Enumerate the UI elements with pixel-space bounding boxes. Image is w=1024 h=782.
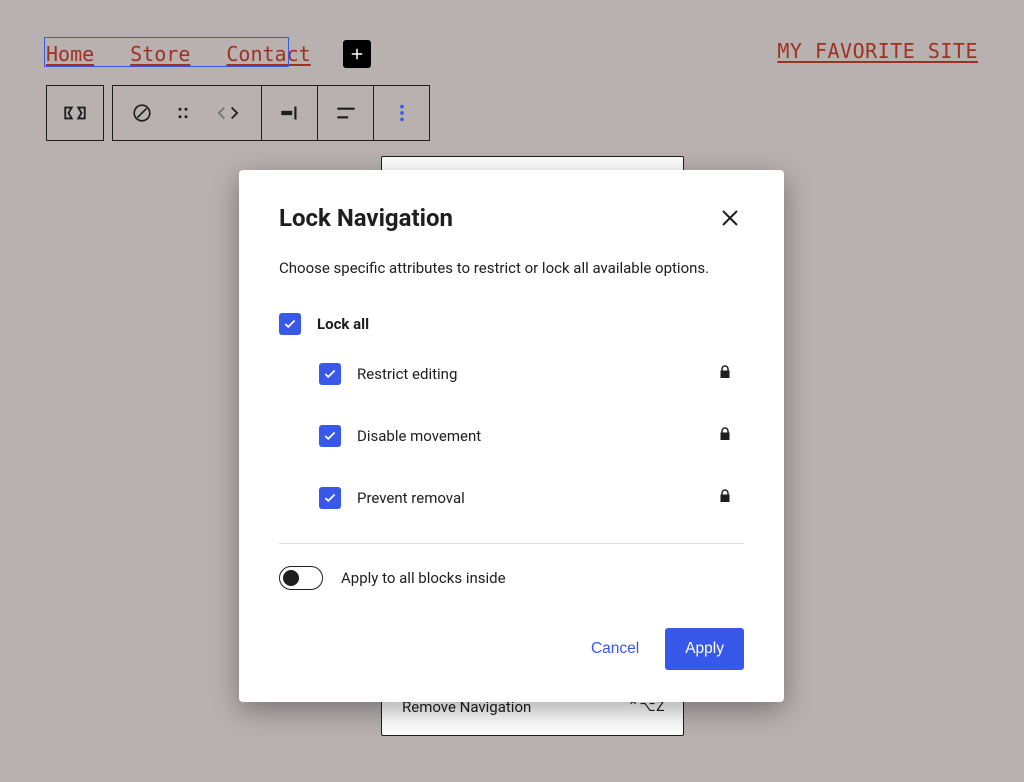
restrict-editing-checkbox[interactable] [319, 363, 341, 385]
check-icon [323, 491, 337, 505]
apply-button[interactable]: Apply [665, 628, 744, 670]
lock-modal: Lock Navigation Choose specific attribut… [239, 170, 784, 702]
apply-all-label: Apply to all blocks inside [341, 569, 506, 587]
lock-all-label: Lock all [317, 315, 369, 333]
modal-overlay: Lock Navigation Choose specific attribut… [0, 0, 1024, 782]
restrict-editing-label: Restrict editing [357, 365, 457, 383]
divider [279, 543, 744, 544]
restrict-editing-row[interactable]: Restrict editing [279, 357, 744, 391]
lock-all-row[interactable]: Lock all [279, 307, 744, 341]
modal-header: Lock Navigation [279, 204, 744, 232]
lock-icon [716, 487, 734, 509]
lock-icon [716, 425, 734, 447]
check-icon [283, 317, 297, 331]
modal-title: Lock Navigation [279, 204, 453, 232]
modal-description: Choose specific attributes to restrict o… [279, 258, 744, 279]
check-icon [323, 367, 337, 381]
cancel-button[interactable]: Cancel [583, 630, 647, 668]
apply-all-row[interactable]: Apply to all blocks inside [279, 566, 744, 590]
apply-all-toggle[interactable] [279, 566, 323, 590]
disable-movement-checkbox[interactable] [319, 425, 341, 447]
lock-icon [716, 363, 734, 385]
close-button[interactable] [716, 204, 744, 232]
modal-actions: Cancel Apply [279, 628, 744, 670]
disable-movement-label: Disable movement [357, 427, 481, 445]
toggle-knob [283, 570, 299, 586]
check-icon [323, 429, 337, 443]
disable-movement-row[interactable]: Disable movement [279, 419, 744, 453]
prevent-removal-row[interactable]: Prevent removal [279, 481, 744, 515]
prevent-removal-label: Prevent removal [357, 489, 465, 507]
close-icon [718, 206, 742, 230]
prevent-removal-checkbox[interactable] [319, 487, 341, 509]
lock-all-checkbox[interactable] [279, 313, 301, 335]
